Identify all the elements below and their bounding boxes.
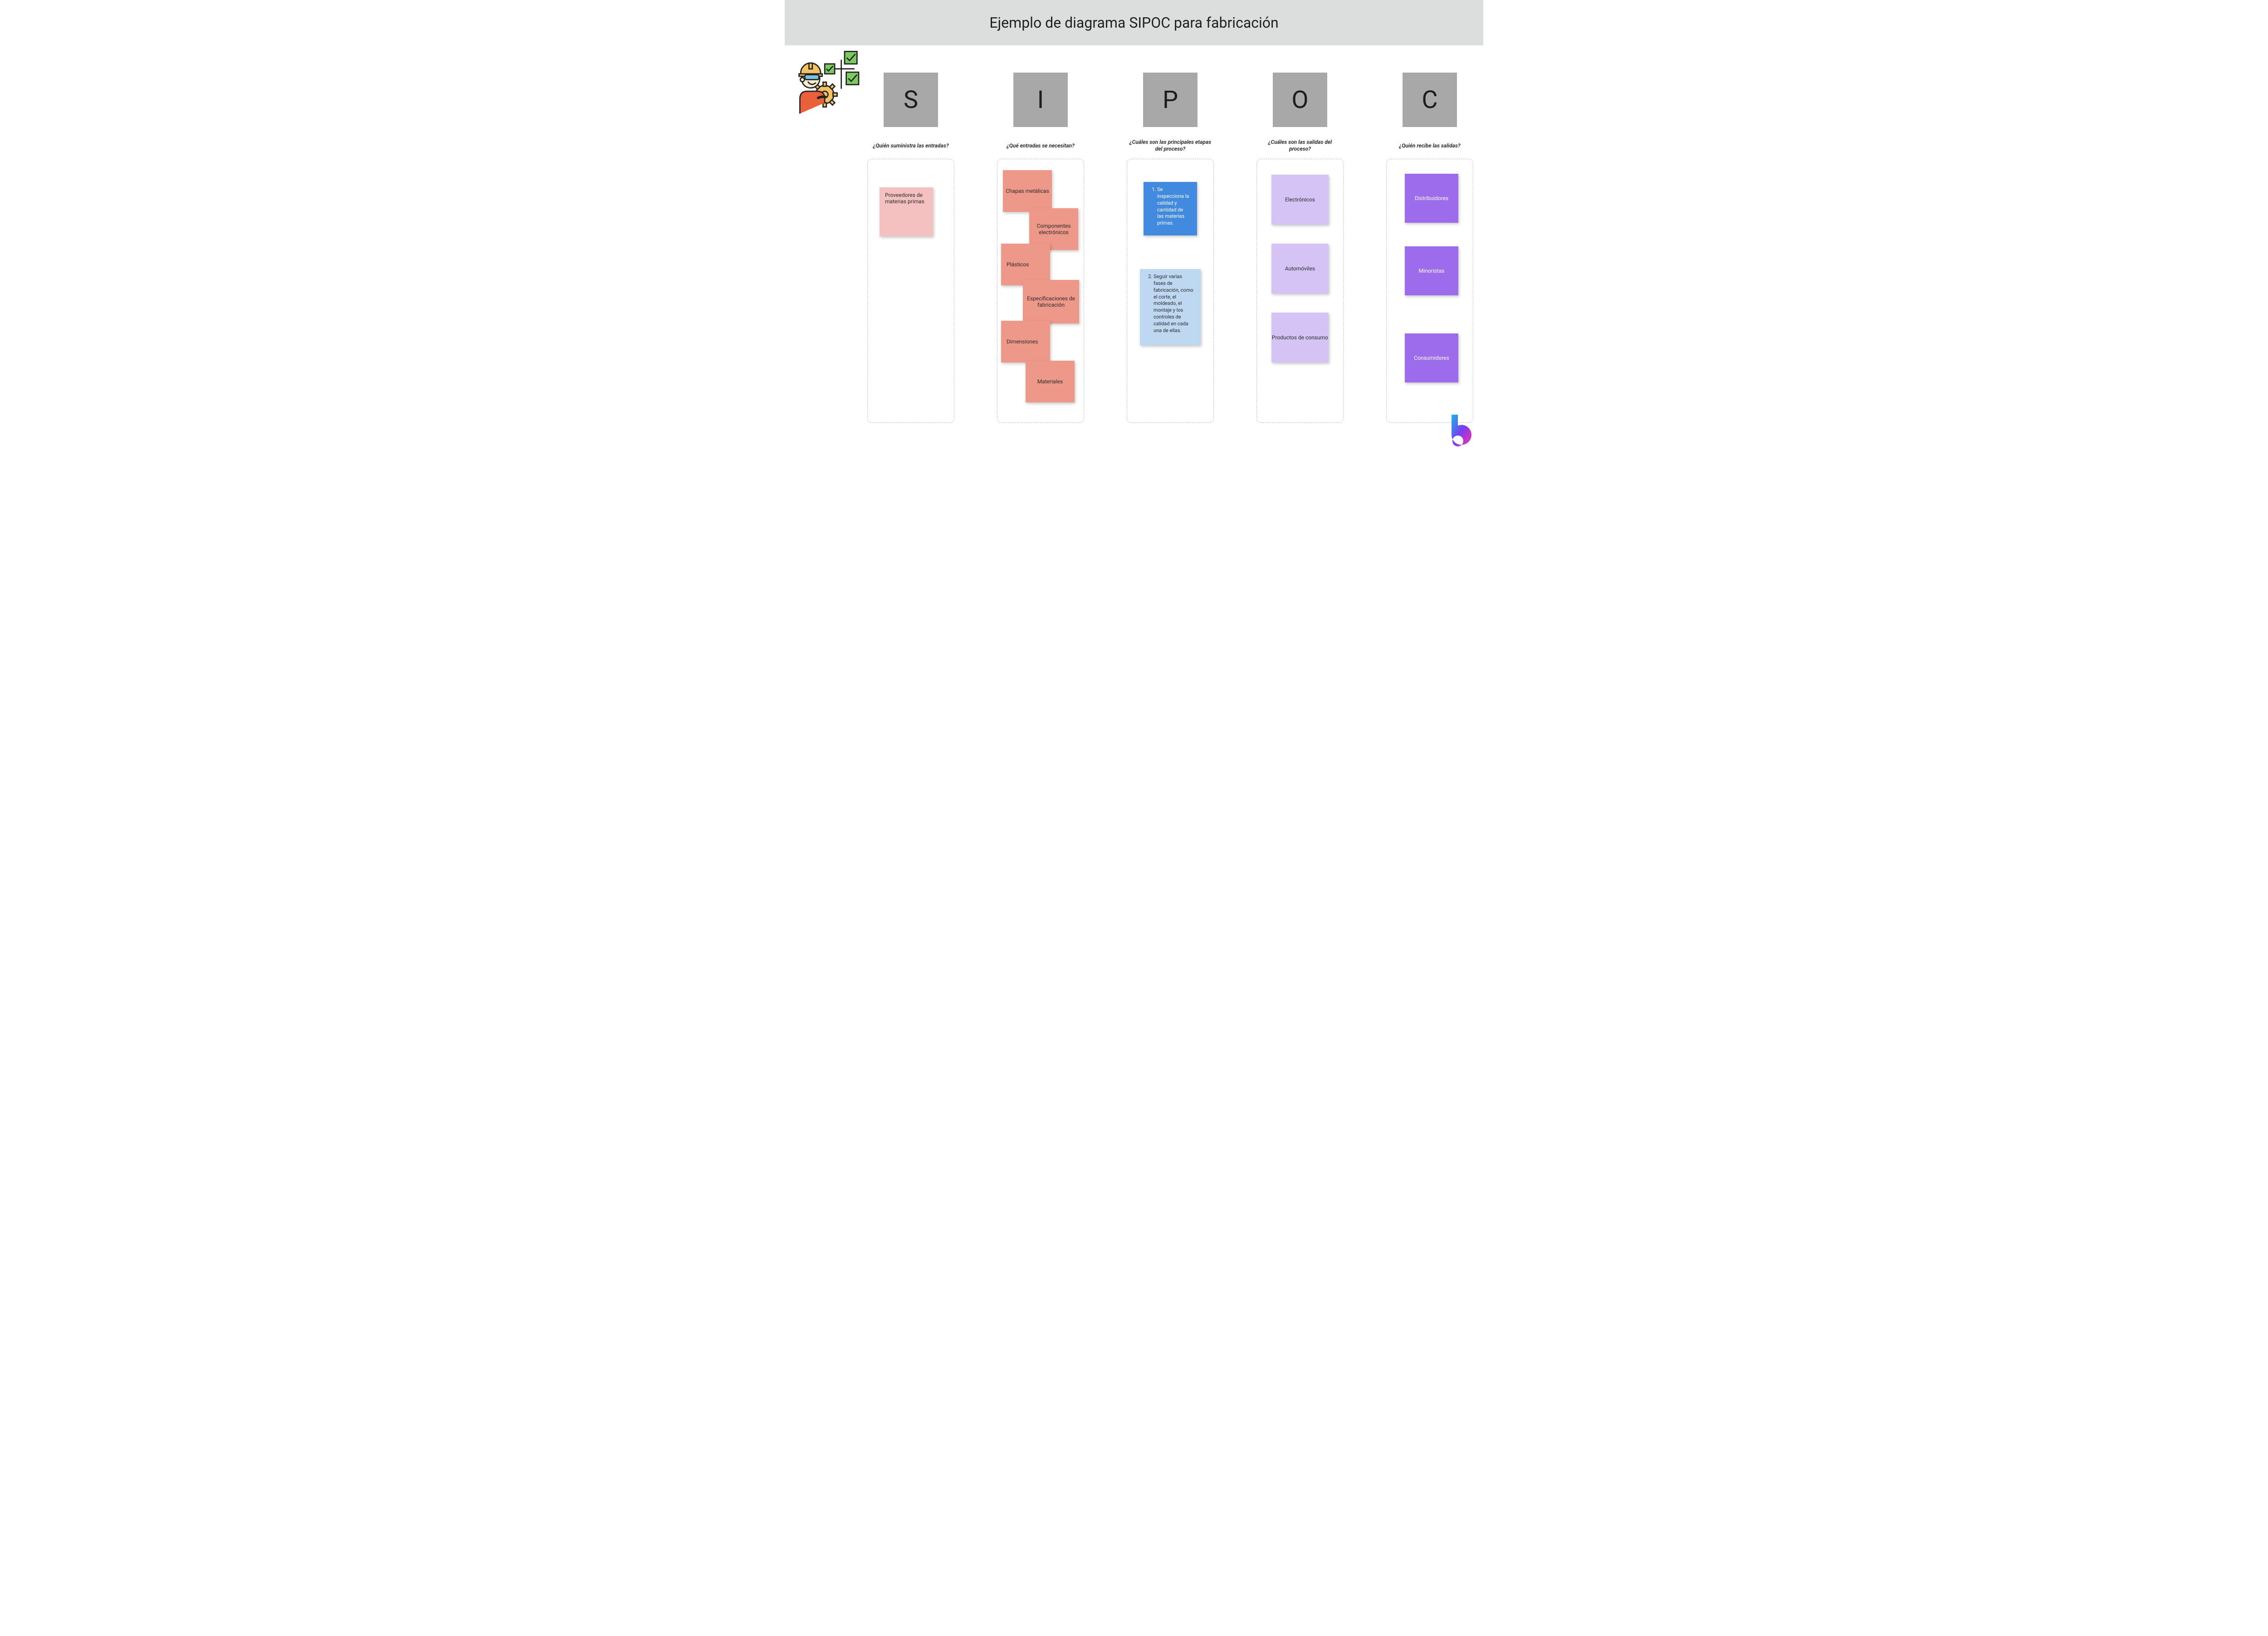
canvas: Ejemplo de diagrama SIPOC para fabricaci… bbox=[785, 0, 1483, 455]
brand-logo-icon bbox=[1443, 413, 1475, 449]
note-input-materiales[interactable]: Materiales bbox=[1026, 361, 1075, 402]
note-process-step-2[interactable]: Seguir varias fases de fabricación, como… bbox=[1140, 269, 1201, 345]
column-suppliers: S ¿Quién suministra las entradas? Provee… bbox=[866, 73, 955, 423]
note-text: Productos de consumo bbox=[1272, 334, 1328, 341]
letter-box-i: I bbox=[1013, 73, 1068, 127]
container-outputs: Electrónicos Automóviles Productos de co… bbox=[1256, 159, 1344, 423]
note-text: Consumidores bbox=[1414, 355, 1449, 361]
question-suppliers: ¿Quién suministra las entradas? bbox=[870, 139, 952, 152]
note-customer-distribuidores[interactable]: Distribuidores bbox=[1405, 174, 1458, 223]
note-input-especificaciones[interactable]: Especificaciones de fabricación bbox=[1023, 280, 1079, 323]
note-output-electronicos[interactable]: Electrónicos bbox=[1271, 175, 1329, 225]
note-output-automoviles[interactable]: Automóviles bbox=[1271, 244, 1329, 294]
manufacturing-worker-icon bbox=[791, 49, 860, 115]
question-outputs: ¿Cuáles son las salidas del proceso? bbox=[1256, 139, 1344, 152]
note-text: Distribuidores bbox=[1415, 195, 1448, 201]
note-input-plasticos[interactable]: Plásticos bbox=[1001, 244, 1050, 285]
letter-box-c: C bbox=[1403, 73, 1457, 127]
note-text: Plásticos bbox=[1007, 261, 1029, 268]
sipoc-columns: S ¿Quién suministra las entradas? Provee… bbox=[866, 73, 1474, 423]
note-customer-minoristas[interactable]: Minoristas bbox=[1405, 246, 1458, 295]
letter-box-s: S bbox=[884, 73, 938, 127]
note-text: Componentes electrónicos bbox=[1029, 223, 1078, 235]
question-inputs: ¿Qué entradas se necesitan? bbox=[1004, 139, 1077, 152]
note-text: Dimensiones bbox=[1007, 338, 1038, 345]
note-text: Automóviles bbox=[1285, 265, 1315, 272]
question-customers: ¿Quién recibe las salidas? bbox=[1396, 139, 1463, 152]
question-process: ¿Cuáles son las principales etapas del p… bbox=[1126, 139, 1215, 152]
note-text: Materiales bbox=[1037, 378, 1063, 385]
note-input-chapas[interactable]: Chapas metálicas bbox=[1003, 170, 1052, 212]
note-text: Electrónicos bbox=[1285, 196, 1315, 203]
note-text: Se inspecciona la calidad y cantidad de … bbox=[1157, 186, 1190, 227]
note-customer-consumidores[interactable]: Consumidores bbox=[1405, 333, 1458, 382]
column-outputs: O ¿Cuáles son las salidas del proceso? E… bbox=[1256, 73, 1344, 423]
column-inputs: I ¿Qué entradas se necesitan? Chapas met… bbox=[996, 73, 1085, 423]
note-text: Minoristas bbox=[1419, 268, 1445, 274]
title-bar: Ejemplo de diagrama SIPOC para fabricaci… bbox=[785, 0, 1483, 45]
note-suppliers-raw-materials[interactable]: Proveedores de materias primas bbox=[880, 187, 933, 236]
note-process-step-1[interactable]: Se inspecciona la calidad y cantidad de … bbox=[1144, 182, 1197, 235]
container-suppliers: Proveedores de materias primas bbox=[867, 159, 954, 423]
container-customers: Distribuidores Minoristas Consumidores bbox=[1386, 159, 1473, 423]
note-text: Especificaciones de fabricación bbox=[1023, 295, 1079, 308]
container-process: Se inspecciona la calidad y cantidad de … bbox=[1127, 159, 1214, 423]
note-text: Proveedores de materias primas bbox=[885, 192, 924, 205]
container-inputs: Chapas metálicas Componentes electrónico… bbox=[997, 159, 1084, 423]
letter-box-p: P bbox=[1143, 73, 1198, 127]
note-text: Seguir varias fases de fabricación, como… bbox=[1154, 274, 1193, 334]
column-customers: C ¿Quién recibe las salidas? Distribuido… bbox=[1385, 73, 1474, 423]
column-process: P ¿Cuáles son las principales etapas del… bbox=[1126, 73, 1215, 423]
note-text: Chapas metálicas bbox=[1006, 188, 1049, 194]
page-title: Ejemplo de diagrama SIPOC para fabricaci… bbox=[989, 14, 1278, 31]
note-input-dimensiones[interactable]: Dimensiones bbox=[1001, 321, 1050, 362]
note-output-productos-consumo[interactable]: Productos de consumo bbox=[1271, 313, 1329, 362]
letter-box-o: O bbox=[1273, 73, 1327, 127]
